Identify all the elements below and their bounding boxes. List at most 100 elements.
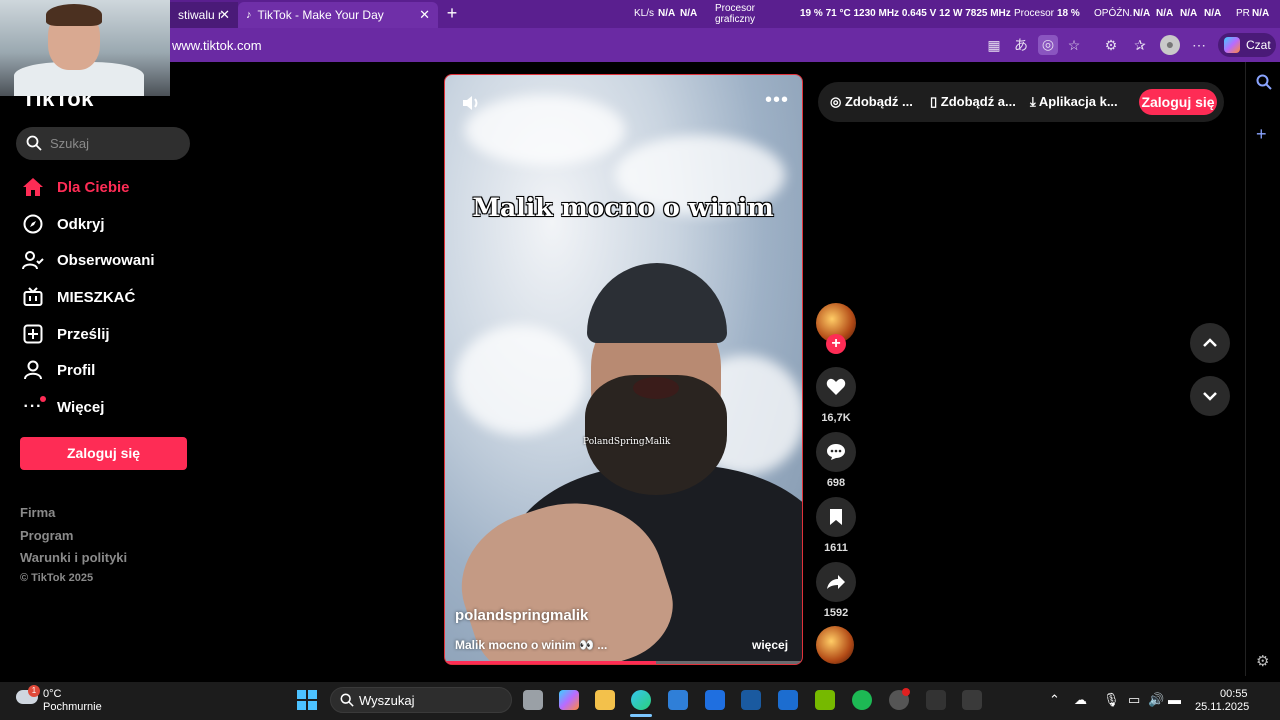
copilot-chat-button[interactable]: Czat bbox=[1218, 33, 1276, 57]
nvidia-icon[interactable] bbox=[815, 690, 835, 710]
video-progress-fill bbox=[445, 661, 656, 664]
notion-icon[interactable] bbox=[962, 690, 982, 710]
sidebar-item-explore[interactable]: Odkryj bbox=[20, 211, 190, 237]
video-player[interactable]: ••• Malik mocno o winim PolandSpringMali… bbox=[444, 74, 803, 665]
bookmark-icon bbox=[830, 509, 842, 525]
battery-icon[interactable]: ▬ bbox=[1168, 692, 1181, 707]
get-app-link[interactable]: ▯ Zdobądź a... bbox=[930, 94, 1016, 110]
sidebar-item-following[interactable]: Obserwowani bbox=[20, 247, 190, 273]
edge-browser-icon[interactable] bbox=[631, 690, 651, 710]
sidebar-item-more[interactable]: ··· Więcej bbox=[20, 394, 190, 420]
task-view-icon[interactable] bbox=[523, 690, 543, 710]
tab-festival[interactable]: stiwalu r ✕ bbox=[170, 2, 238, 28]
close-icon[interactable]: ✕ bbox=[219, 7, 230, 23]
volume-icon[interactable] bbox=[461, 93, 481, 113]
battle-net-icon[interactable] bbox=[741, 690, 761, 710]
save-count: 1611 bbox=[824, 542, 848, 554]
notification-dot-icon bbox=[40, 396, 46, 402]
share-count: 1592 bbox=[823, 607, 849, 619]
video-username[interactable]: polandspringmalik bbox=[455, 607, 588, 624]
comment-count: 698 bbox=[826, 477, 846, 489]
video-more-options-icon[interactable]: ••• bbox=[765, 89, 789, 112]
chevron-up-icon bbox=[1203, 338, 1217, 347]
new-tab-button[interactable]: + bbox=[442, 2, 462, 24]
close-icon[interactable]: ✕ bbox=[419, 7, 430, 23]
comment-button[interactable] bbox=[816, 432, 856, 472]
translate-icon[interactable]: あ bbox=[1012, 36, 1030, 54]
cloud-shape bbox=[455, 325, 585, 435]
login-button[interactable]: Zaloguj się bbox=[20, 437, 187, 470]
epic-games-icon[interactable] bbox=[926, 690, 946, 710]
tab-tiktok[interactable]: ♪ TikTok - Make Your Day ✕ bbox=[238, 2, 438, 28]
hw-cpu-label: Procesor bbox=[1014, 8, 1055, 19]
volume-icon[interactable]: 🔊 bbox=[1148, 692, 1164, 708]
dropbox-icon[interactable] bbox=[705, 690, 725, 710]
like-count: 16,7K bbox=[821, 412, 851, 424]
footer-link-terms[interactable]: Warunki i polityki bbox=[20, 550, 127, 565]
copyright: © TikTok 2025 bbox=[20, 572, 94, 584]
tiktok-favicon-icon: ♪ bbox=[246, 9, 252, 21]
tracking-prevention-icon[interactable]: ◎ bbox=[1038, 35, 1058, 55]
footer-link-company[interactable]: Firma bbox=[20, 505, 55, 520]
share-button[interactable] bbox=[816, 562, 856, 602]
music-disc-avatar[interactable] bbox=[816, 626, 854, 664]
copilot-label: Czat bbox=[1246, 38, 1271, 52]
hw-kb-label: KL/s bbox=[634, 8, 655, 19]
microphone-icon[interactable]: 🎙 bbox=[1103, 692, 1120, 708]
video-progress-bar[interactable] bbox=[445, 661, 802, 664]
weather-temp[interactable]: 0°C bbox=[43, 688, 61, 700]
tray-chevron-up-icon[interactable]: ⌃ bbox=[1049, 692, 1060, 708]
more-icon: ··· bbox=[20, 394, 46, 420]
desktop-app-link[interactable]: ⤓ Aplikacja k... bbox=[1030, 94, 1118, 110]
login-button-top[interactable]: Zaloguj się bbox=[1139, 89, 1217, 115]
chevron-down-icon bbox=[1203, 392, 1217, 401]
follow-plus-icon[interactable]: + bbox=[826, 334, 846, 354]
display-icon[interactable]: ▭ bbox=[1128, 692, 1140, 708]
sidebar-item-upload[interactable]: Prześlij bbox=[20, 321, 190, 347]
file-explorer-icon[interactable] bbox=[595, 690, 615, 710]
app-available-icon[interactable]: ▦ bbox=[985, 36, 1003, 54]
extensions-icon[interactable]: ⚙ bbox=[1102, 36, 1120, 54]
spotify-icon[interactable] bbox=[852, 690, 872, 710]
settings-gear-icon[interactable]: ⚙ bbox=[1256, 652, 1269, 670]
hw-lat-label: OPÓŹN. bbox=[1094, 8, 1133, 19]
clock-time[interactable]: 00:55 bbox=[1220, 688, 1248, 700]
sidebar-item-label: Więcej bbox=[57, 398, 105, 416]
ms-store-icon[interactable] bbox=[668, 690, 688, 710]
share-arrow-icon bbox=[827, 575, 845, 589]
taskbar-search[interactable]: Wyszukaj bbox=[330, 687, 512, 713]
clock-date[interactable]: 25.11.2025 bbox=[1195, 701, 1249, 713]
search-icon[interactable] bbox=[1256, 74, 1272, 90]
outlook-icon[interactable] bbox=[778, 690, 798, 710]
weather-condition[interactable]: Pochmurnie bbox=[43, 701, 102, 713]
start-button[interactable] bbox=[297, 690, 317, 710]
onedrive-cloud-icon[interactable]: ☁ bbox=[1074, 692, 1087, 708]
video-description: Malik mocno o winim 👀 ... bbox=[455, 638, 608, 652]
search-icon bbox=[340, 693, 354, 707]
tab-label: TikTok - Make Your Day bbox=[257, 8, 384, 22]
footer-link-program[interactable]: Program bbox=[20, 528, 73, 543]
sidebar-item-for-you[interactable]: Dla Ciebie bbox=[20, 174, 190, 200]
sidebar-item-live[interactable]: MIESZKAĆ bbox=[20, 284, 190, 310]
get-coins-link[interactable]: ◎ Zdobądź ... bbox=[830, 94, 913, 110]
like-button[interactable] bbox=[816, 367, 856, 407]
profile-icon bbox=[20, 357, 46, 383]
sidebar-item-profile[interactable]: Profil bbox=[20, 357, 190, 383]
favorites-icon[interactable]: ✰ bbox=[1131, 36, 1149, 54]
copilot-icon bbox=[1224, 37, 1240, 53]
search-input[interactable]: Szukaj bbox=[16, 127, 190, 160]
video-more-link[interactable]: więcej bbox=[752, 638, 788, 652]
sidebar-item-label: Profil bbox=[57, 361, 96, 379]
next-video-button[interactable] bbox=[1190, 376, 1230, 416]
profile-avatar-icon[interactable]: ● bbox=[1160, 35, 1180, 55]
hw-kb-value: N/A bbox=[680, 8, 698, 19]
save-button[interactable] bbox=[816, 497, 856, 537]
previous-video-button[interactable] bbox=[1190, 323, 1230, 363]
more-menu-icon[interactable]: ⋯ bbox=[1190, 36, 1208, 54]
url-field[interactable]: www.tiktok.com bbox=[172, 38, 262, 53]
add-icon[interactable]: + bbox=[1256, 124, 1267, 145]
copilot-app-icon[interactable] bbox=[559, 690, 579, 710]
active-app-indicator bbox=[630, 714, 652, 717]
favorite-star-icon[interactable]: ☆ bbox=[1065, 36, 1083, 54]
live-icon bbox=[20, 284, 46, 310]
